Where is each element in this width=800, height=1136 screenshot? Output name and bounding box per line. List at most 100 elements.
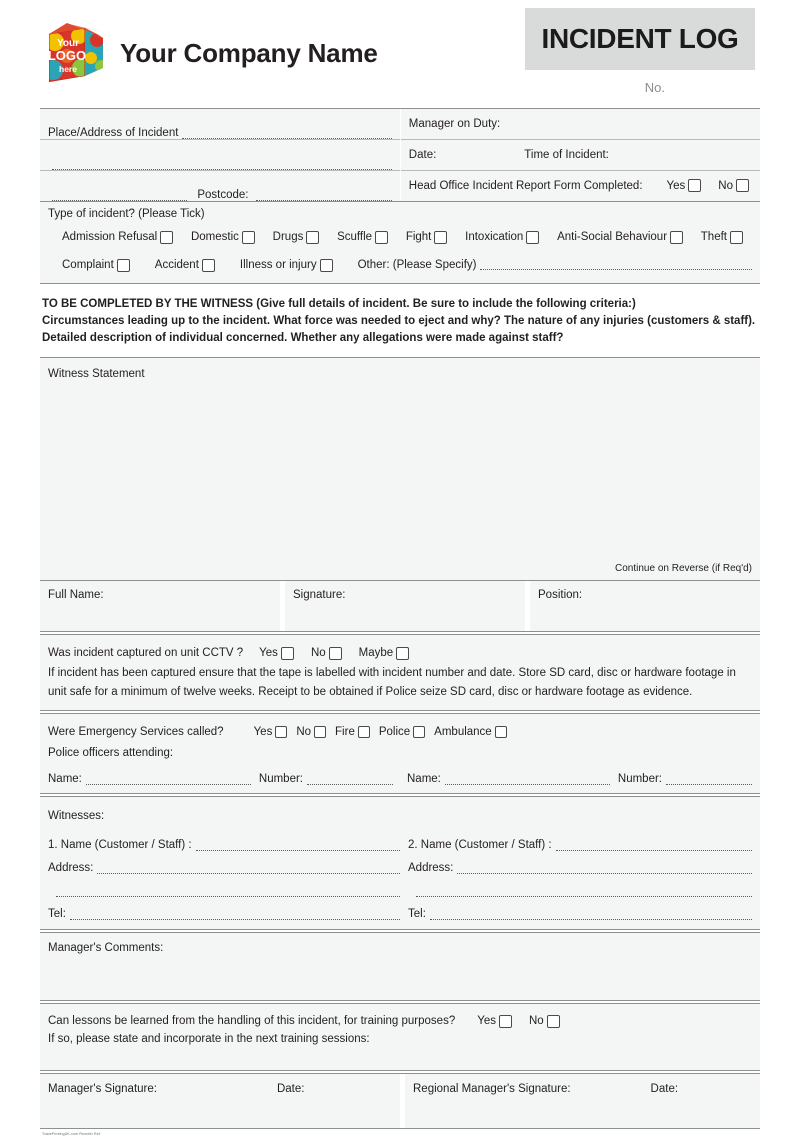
witness-2-address-input[interactable] [457,864,752,874]
type-accident[interactable]: Accident [155,258,218,272]
witness-2-address-row-2[interactable] [408,874,752,897]
witness-1-tel-row[interactable]: Tel: [48,897,400,920]
type-other-input[interactable] [480,260,752,270]
emergency-ambulance-checkbox[interactable] [494,725,507,738]
cctv-yes[interactable]: Yes [259,646,297,660]
signature-cell[interactable]: Signature: [285,581,525,631]
type-complaint[interactable]: Complaint [62,258,133,272]
type-other[interactable]: Other: (Please Specify) [358,259,752,271]
police-officer-2-number-input[interactable] [666,775,752,785]
signature-label: Signature: [293,589,346,601]
full-name-cell[interactable]: Full Name: [40,581,280,631]
manager-comments-box[interactable]: Manager's Comments: [40,933,760,1000]
type-intoxication-checkbox[interactable] [526,230,540,244]
emergency-yes-label: Yes [253,725,273,738]
witness-statement-label: Witness Statement [48,368,145,380]
type-intoxication[interactable]: Intoxication [465,230,542,244]
cctv-maybe-checkbox[interactable] [396,646,410,660]
witness-identity-row: Full Name: Signature: Position: [40,581,760,631]
position-cell[interactable]: Position: [530,581,760,631]
postcode-label: Postcode: [197,189,249,201]
type-admission-refusal[interactable]: Admission Refusal [62,230,176,244]
police-officer-2[interactable]: Name: Number: [393,773,752,785]
witness-2-name-row[interactable]: 2. Name (Customer / Staff) : [408,828,752,851]
emergency-ambulance[interactable]: Ambulance [434,725,510,738]
cctv-maybe[interactable]: Maybe [359,646,413,660]
manager-comments-label: Manager's Comments: [48,942,164,954]
witnesses-title-row: Witnesses: [40,804,760,828]
lessons-yes[interactable]: Yes [477,1012,515,1030]
manager-signature-date-label: Date: [276,1083,305,1095]
place-address-row[interactable]: Place/Address of Incident [40,109,400,139]
manager-on-duty-row[interactable]: Manager on Duty: [401,109,760,139]
witness-2-tel-row[interactable]: Tel: [408,897,752,920]
witness-1-tel-input[interactable] [69,910,400,920]
type-drugs-checkbox[interactable] [306,230,320,244]
emergency-yes-checkbox[interactable] [275,725,288,738]
type-scuffle[interactable]: Scuffle [337,230,391,244]
lessons-no[interactable]: No [529,1012,563,1030]
type-illness-or-injury[interactable]: Illness or injury [240,258,336,272]
type-anti-social-behaviour-checkbox[interactable] [670,230,684,244]
type-domestic-checkbox[interactable] [241,230,255,244]
police-officer-2-name-input[interactable] [444,775,610,785]
cctv-yes-checkbox[interactable] [280,646,294,660]
witness-1-address-input-2[interactable] [56,887,400,897]
witness-1-name-input[interactable] [195,841,400,851]
police-officer-1-number-input[interactable] [307,775,393,785]
address-line2-row[interactable] [40,140,400,170]
witnesses-section: Witnesses: 1. Name (Customer / Staff) : … [40,797,760,929]
manager-signature-cell[interactable]: Manager's Signature: Date: [40,1074,400,1128]
witnesses-title: Witnesses: [48,810,105,822]
type-drugs[interactable]: Drugs [273,230,323,244]
witness-1-tel-label: Tel: [48,908,66,920]
head-office-yes-checkbox[interactable] [688,179,702,192]
type-illness-or-injury-checkbox[interactable] [319,258,333,272]
emergency-yes[interactable]: Yes [253,725,291,738]
lessons-yes-checkbox[interactable] [498,1014,512,1028]
place-address-input[interactable] [182,129,392,139]
address-line2-input[interactable] [52,160,392,170]
instruction-line-1: TO BE COMPLETED BY THE WITNESS (Give ful… [42,298,636,310]
witness-1-address-input[interactable] [97,864,400,874]
emergency-no-checkbox[interactable] [314,725,327,738]
type-fight[interactable]: Fight [406,230,451,244]
emergency-no[interactable]: No [296,725,329,738]
witness-2-tel-input[interactable] [429,910,752,920]
cctv-no[interactable]: No [311,646,345,660]
police-attending-label: Police officers attending: [48,746,174,759]
postcode-input[interactable] [256,191,392,201]
type-admission-refusal-checkbox[interactable] [160,230,174,244]
witness-statement-box[interactable]: Witness Statement Continue on Reverse (i… [40,358,760,580]
witness-1-address-row[interactable]: Address: [48,851,400,874]
head-office-row[interactable]: Head Office Incident Report Form Complet… [401,171,760,200]
police-officer-1[interactable]: Name: Number: [48,773,393,785]
witness-2-address-input-2[interactable] [416,887,752,897]
type-theft[interactable]: Theft [701,230,746,244]
type-scuffle-checkbox[interactable] [375,230,389,244]
cctv-yes-label: Yes [259,647,278,659]
witness-1-address-row-2[interactable] [48,874,400,897]
postcode-row[interactable]: Postcode: [40,171,400,201]
type-complaint-checkbox[interactable] [116,258,130,272]
type-fight-checkbox[interactable] [434,230,448,244]
emergency-fire-checkbox[interactable] [357,725,370,738]
cctv-no-checkbox[interactable] [328,646,342,660]
emergency-question-row: Were Emergency Services called? Yes No F… [40,721,760,742]
address-line3-input[interactable] [52,191,188,201]
police-officer-1-name-input[interactable] [85,775,251,785]
date-time-row[interactable]: Date: Time of Incident: [401,140,760,170]
type-anti-social-behaviour[interactable]: Anti-Social Behaviour [557,230,686,244]
type-domestic[interactable]: Domestic [191,230,258,244]
type-theft-checkbox[interactable] [730,230,743,244]
emergency-fire[interactable]: Fire [335,725,373,738]
witness-1-name-row[interactable]: 1. Name (Customer / Staff) : [48,828,400,851]
emergency-police-checkbox[interactable] [413,725,426,738]
witness-2-address-row[interactable]: Address: [408,851,752,874]
emergency-police[interactable]: Police [379,725,428,738]
type-accident-checkbox[interactable] [201,258,215,272]
head-office-no-checkbox[interactable] [736,179,749,192]
witness-2-name-input[interactable] [555,841,752,851]
regional-manager-signature-cell[interactable]: Regional Manager's Signature: Date: [405,1074,760,1128]
lessons-no-checkbox[interactable] [546,1014,560,1028]
